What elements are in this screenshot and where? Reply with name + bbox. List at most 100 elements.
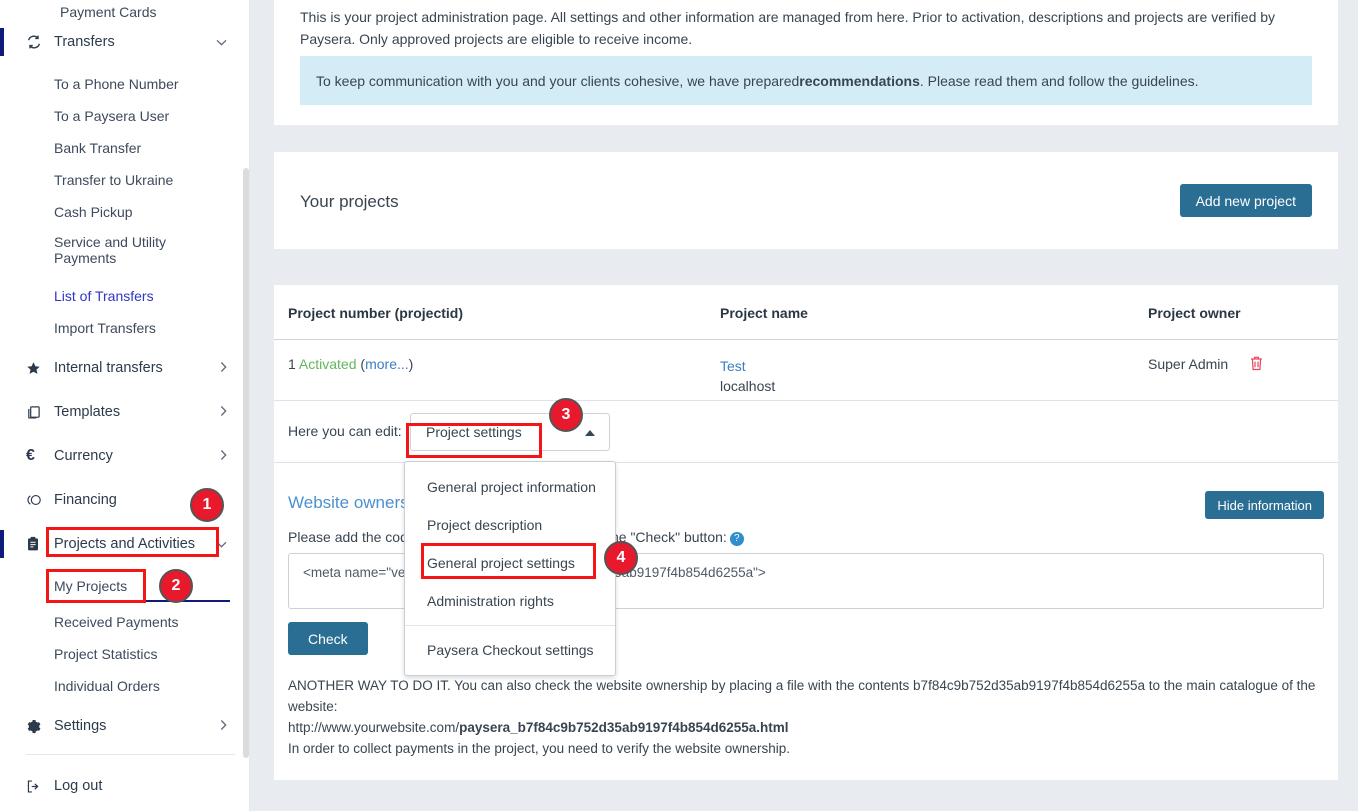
- sidebar-group-projects-and-activities[interactable]: Projects and Activities: [0, 526, 249, 562]
- select-selected-value: Project settings: [426, 424, 522, 440]
- your-projects-card: Your projects Add new project: [274, 152, 1338, 249]
- edit-row-label: Here you can edit:: [288, 423, 402, 439]
- sidebar-group-templates[interactable]: Templates: [0, 394, 249, 430]
- sidebar-divider: [26, 754, 235, 755]
- add-new-project-button[interactable]: Add new project: [1179, 184, 1312, 217]
- chevron-down-icon: [216, 36, 227, 48]
- gear-icon: [26, 717, 48, 735]
- euro-icon: €: [26, 447, 35, 464]
- menu-divider: [405, 625, 615, 626]
- active-indicator: [0, 28, 4, 56]
- financing-icon: [26, 491, 48, 509]
- sidebar-group-transfers[interactable]: Transfers: [0, 24, 249, 60]
- another-way-line: ANOTHER WAY TO DO IT. You can also check…: [288, 678, 1316, 714]
- sidebar-item-cash-pickup[interactable]: Cash Pickup: [0, 196, 249, 228]
- sidebar-item-label: Payment Cards: [60, 4, 157, 20]
- star-icon: [26, 359, 48, 377]
- chevron-down-icon: [216, 538, 227, 550]
- menu-item-general-project-settings[interactable]: General project settings: [405, 544, 615, 582]
- projects-table-card: Project number (projectid) Project name …: [274, 285, 1338, 780]
- more-close-paren: ): [408, 356, 414, 372]
- sidebar-group-currency[interactable]: € Currency: [0, 438, 249, 474]
- sidebar-item-label: Service and Utility Payments: [54, 234, 167, 266]
- chevron-right-icon: [220, 406, 227, 419]
- hide-information-button[interactable]: Hide information: [1205, 491, 1324, 519]
- sidebar-item-received-payments[interactable]: Received Payments: [0, 606, 249, 638]
- sidebar-item-label: To a Phone Number: [54, 76, 179, 92]
- sidebar: Payment Cards Transfers To a Phone Numbe…: [0, 0, 250, 811]
- table-header: Project number (projectid) Project name …: [274, 285, 1338, 340]
- intro-paragraph: This is your project administration page…: [300, 9, 1276, 47]
- more-link[interactable]: more...: [365, 356, 409, 372]
- sidebar-item-import-transfers[interactable]: Import Transfers: [0, 312, 249, 344]
- sidebar-group-label: Transfers: [54, 34, 115, 50]
- cell-project-owner: Super Admin: [1148, 356, 1229, 372]
- transfers-icon: [26, 33, 48, 51]
- status-badge: Activated: [298, 356, 357, 372]
- help-icon[interactable]: ?: [729, 532, 744, 546]
- sidebar-item-to-a-phone-number[interactable]: To a Phone Number: [0, 68, 249, 100]
- sidebar-item-list-of-transfers[interactable]: List of Transfers: [0, 280, 249, 312]
- intro-card: This is your project administration page…: [274, 0, 1338, 125]
- table-row: 1 Activated (more...) Test localhost Sup…: [274, 340, 1338, 401]
- notice-text-before: To keep communication with you and your …: [316, 72, 800, 89]
- sidebar-item-individual-orders[interactable]: Individual Orders: [0, 670, 249, 702]
- chevron-right-icon: [220, 362, 227, 375]
- sidebar-item-service-and-utility-payments[interactable]: Service and Utility Payments: [0, 228, 195, 272]
- sidebar-group-label: Currency: [54, 448, 113, 464]
- sidebar-group-label: Financing: [54, 492, 117, 508]
- sidebar-group-internal-transfers[interactable]: Internal transfers: [0, 350, 249, 386]
- edit-selector-row: Here you can edit: Project settings: [274, 401, 1338, 463]
- sidebar-item-label: Cash Pickup: [54, 204, 133, 220]
- sidebar-item-to-a-paysera-user[interactable]: To a Paysera User: [0, 100, 249, 132]
- sidebar-item-label: Individual Orders: [54, 678, 160, 694]
- annotation-badge-4: 4: [604, 541, 638, 575]
- project-settings-dropdown-menu[interactable]: General project information Project desc…: [404, 461, 616, 676]
- logout-icon: [26, 777, 48, 795]
- menu-item-general-project-information[interactable]: General project information: [405, 468, 615, 506]
- sidebar-group-label: Settings: [54, 718, 107, 734]
- cell-project-number: 1 Activated (more...): [288, 356, 413, 372]
- menu-item-project-description[interactable]: Project description: [405, 506, 615, 544]
- menu-item-administration-rights[interactable]: Administration rights: [405, 582, 615, 620]
- sidebar-item-my-projects[interactable]: My Projects: [0, 570, 249, 602]
- templates-icon: [26, 403, 48, 421]
- sidebar-item-transfer-to-ukraine[interactable]: Transfer to Ukraine: [0, 164, 249, 196]
- notice-recommendations-link[interactable]: recommendations: [799, 73, 920, 89]
- clipboard-icon: [26, 535, 48, 553]
- trash-icon[interactable]: [1249, 355, 1264, 375]
- check-button[interactable]: Check: [288, 622, 368, 655]
- sidebar-item-label: List of Transfers: [54, 288, 154, 304]
- sidebar-item-label: Bank Transfer: [54, 140, 142, 156]
- column-header-project-owner: Project owner: [1148, 305, 1241, 321]
- page-title: Your projects: [300, 192, 399, 211]
- annotation-badge-1: 1: [190, 488, 224, 522]
- url-prefix: http://www.yourwebsite.com/: [288, 720, 460, 735]
- another-way-text: ANOTHER WAY TO DO IT. You can also check…: [288, 675, 1324, 759]
- caret-up-icon: [585, 430, 595, 436]
- final-note: In order to collect payments in the proj…: [288, 741, 791, 756]
- main-content: This is your project administration page…: [250, 0, 1358, 811]
- sidebar-item-label: Import Transfers: [54, 320, 156, 336]
- chevron-right-icon: [220, 720, 227, 733]
- chevron-right-icon: [220, 450, 227, 463]
- sidebar-item-label: My Projects: [54, 578, 128, 594]
- my-projects-underline: [54, 600, 230, 602]
- annotation-badge-3: 3: [549, 398, 583, 432]
- sidebar-item-payment-cards[interactable]: Payment Cards: [0, 0, 156, 24]
- sidebar-item-project-statistics[interactable]: Project Statistics: [0, 638, 249, 670]
- sidebar-item-label: Transfer to Ukraine: [54, 172, 174, 188]
- sidebar-item-label: To a Paysera User: [54, 108, 170, 124]
- notice-text-after: . Please read them and follow the guidel…: [919, 72, 1199, 89]
- menu-item-paysera-checkout-settings[interactable]: Paysera Checkout settings: [405, 631, 615, 669]
- recommendations-notice: To keep communication with you and your …: [300, 56, 1312, 105]
- sidebar-item-log-out[interactable]: Log out: [0, 768, 249, 804]
- sidebar-scrollbar-thumb[interactable]: [243, 168, 249, 758]
- project-host: localhost: [720, 378, 776, 394]
- sidebar-group-label: Internal transfers: [54, 360, 163, 376]
- project-name-link[interactable]: Test: [720, 356, 775, 376]
- sidebar-item-bank-transfer[interactable]: Bank Transfer: [0, 132, 249, 164]
- sidebar-group-settings[interactable]: Settings: [0, 708, 249, 744]
- active-indicator: [0, 530, 4, 558]
- url-filename: paysera_b7f84c9b752d35ab9197f4b854d6255a…: [459, 720, 789, 735]
